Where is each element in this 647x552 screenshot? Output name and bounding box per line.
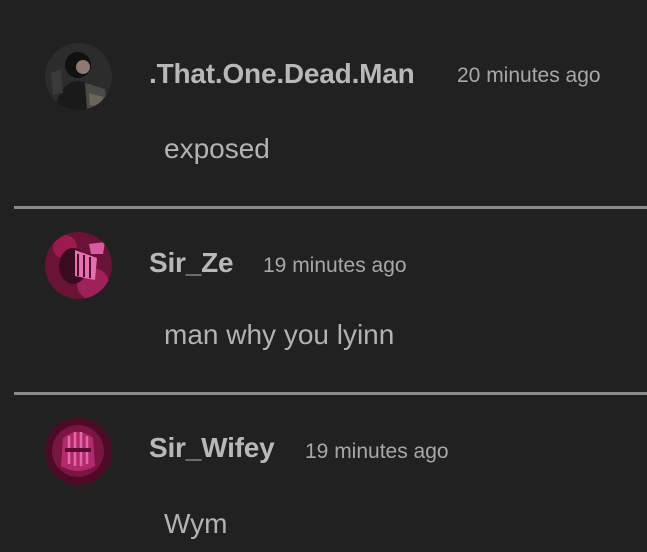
comment-text: Wym [164, 508, 228, 539]
comment-text: man why you lyinn [164, 319, 395, 350]
profile-photo-dark-icon [45, 43, 112, 110]
profile-photo-pink-hands-icon [45, 418, 112, 485]
username[interactable]: .That.One.Dead.Man [149, 58, 415, 90]
profile-photo-pink-mask-icon [45, 232, 112, 299]
comment-text: exposed [164, 133, 270, 164]
divider [14, 392, 647, 395]
timestamp: 20 minutes ago [457, 64, 601, 87]
username[interactable]: Sir_Wifey [149, 432, 275, 464]
avatar[interactable] [45, 418, 112, 485]
timestamp: 19 minutes ago [305, 440, 449, 463]
avatar[interactable] [45, 43, 112, 110]
divider [14, 206, 647, 209]
timestamp: 19 minutes ago [263, 254, 407, 277]
username[interactable]: Sir_Ze [149, 247, 234, 279]
avatar[interactable] [45, 232, 112, 299]
